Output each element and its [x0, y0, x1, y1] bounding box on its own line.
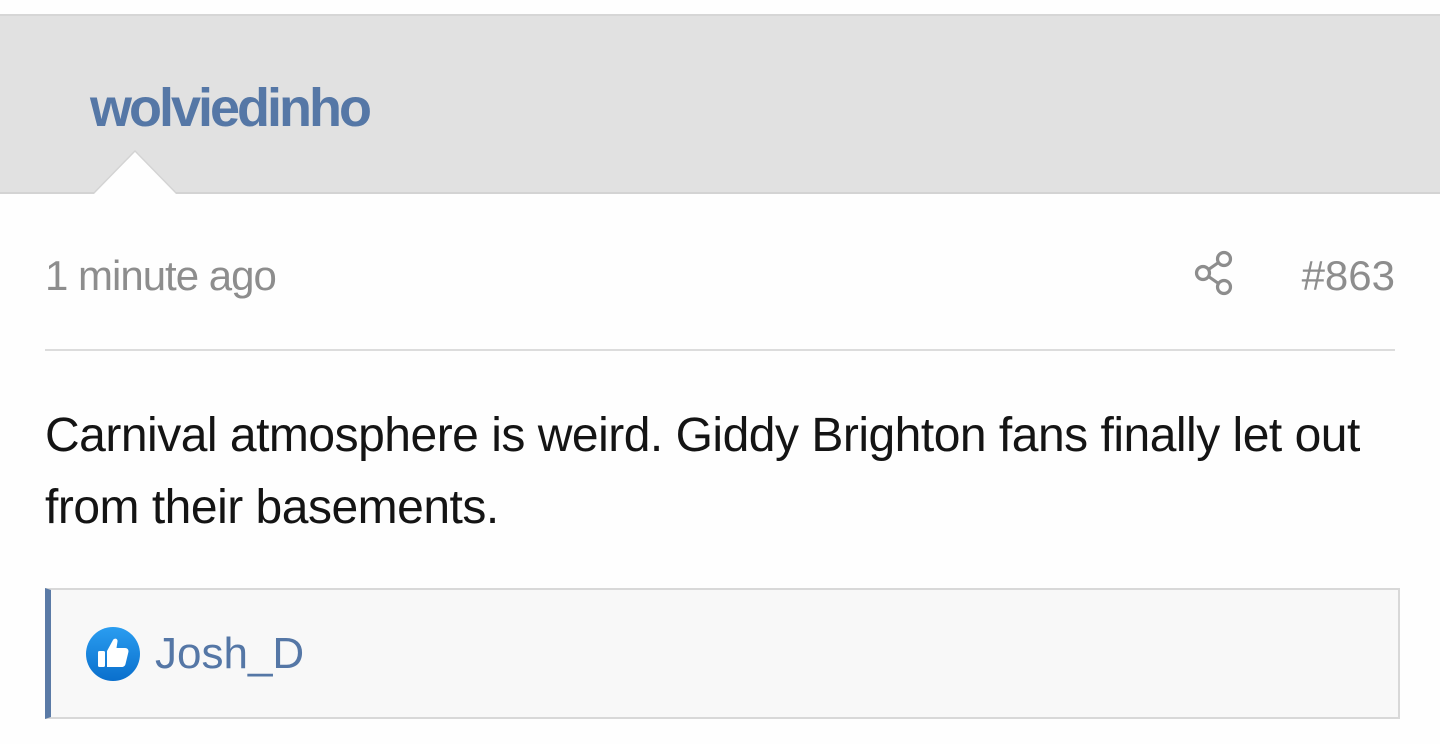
meta-divider: [45, 349, 1395, 351]
post-author-header: wolviedinho: [0, 16, 1440, 194]
post-number-link[interactable]: #863: [1302, 250, 1395, 302]
likes-summary: Josh_D: [45, 588, 1400, 719]
liked-by-user-link[interactable]: Josh_D: [155, 626, 304, 682]
author-username-link[interactable]: wolviedinho: [90, 74, 372, 142]
post-timestamp: 1 minute ago: [45, 252, 277, 299]
header-caret: [94, 152, 176, 194]
share-icon[interactable]: [1192, 250, 1238, 296]
forum-post: wolviedinho 1 minute ago #863 Carnival a…: [0, 0, 1440, 744]
post-meta-row: 1 minute ago #863: [45, 240, 1395, 306]
post-body-text: Carnival atmosphere is weird. Giddy Brig…: [45, 409, 1360, 534]
thumbs-up-icon: [85, 626, 141, 682]
